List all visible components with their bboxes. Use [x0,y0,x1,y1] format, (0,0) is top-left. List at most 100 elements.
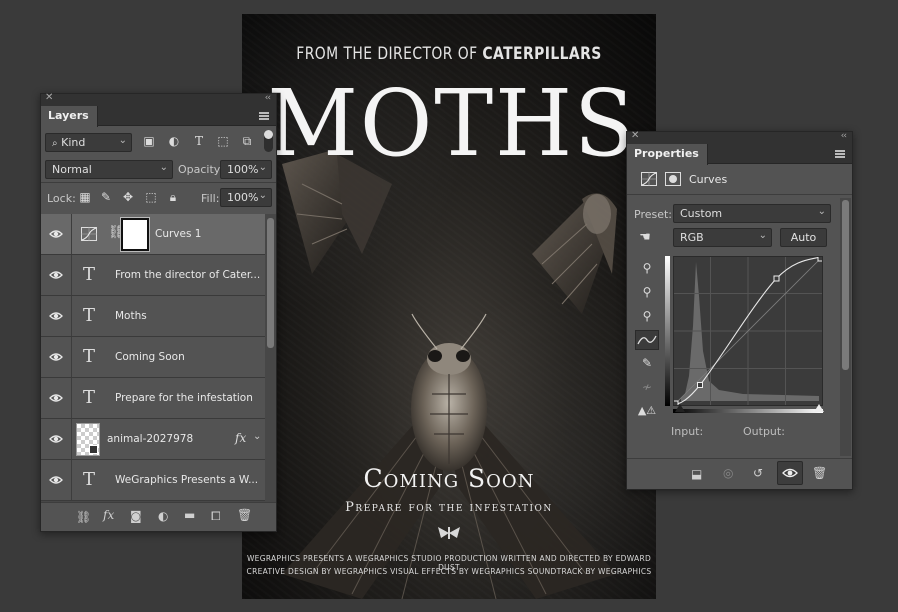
scrollbar-thumb[interactable] [267,218,274,348]
curve-control-point[interactable] [697,382,703,388]
clipping-warning-icon[interactable]: ▲⚠ [635,404,659,417]
target-adjust-hand-icon[interactable]: ☚ [635,230,655,245]
eye-icon[interactable] [49,268,63,282]
new-adjustment-icon[interactable]: ◐ [158,509,168,523]
add-mask-icon[interactable]: ◙ [130,509,142,523]
lock-transparent-icon[interactable]: ▦ [78,190,92,204]
panel-menu-icon[interactable] [835,150,845,158]
text-layer-icon: T [83,346,96,367]
blend-mode-dropdown[interactable]: Normal ⌄ [45,160,173,179]
collapse-icon[interactable]: ‹‹ [841,131,847,141]
properties-panel[interactable]: ✕ ‹‹ Properties Curves Preset: Custom ⌄ … [626,130,853,490]
smart-object-badge-icon [89,445,98,454]
input-label: Input: [671,425,704,438]
lock-brush-icon[interactable]: ✎ [99,190,113,204]
layer-row-text[interactable]: T WeGraphics Presents a W... [41,460,265,501]
pencil-icon[interactable]: ✎ [639,356,655,370]
toggle-visibility-icon[interactable] [777,461,803,485]
close-icon[interactable]: ✕ [631,130,639,141]
trash-icon[interactable]: 🗑︎ [237,508,252,522]
channel-dropdown[interactable]: RGB ⌄ [673,228,772,247]
preset-label: Preset: [634,208,673,221]
clip-to-layer-icon[interactable]: ⬓ [691,467,702,481]
properties-scrollbar[interactable] [840,198,851,456]
eye-icon[interactable] [49,350,63,364]
opacity-field[interactable]: 100% ⌄ [220,160,272,179]
layer-row-text[interactable]: T Prepare for the infestation [41,378,265,419]
eye-icon[interactable] [49,473,63,487]
layer-mask-thumbnail[interactable] [120,217,150,252]
smooth-curve-icon[interactable]: ≁ [639,380,655,394]
chevron-down-icon: ⌄ [817,206,826,217]
layer-row-curves[interactable]: ⛓︎ Curves 1 [41,214,265,255]
lock-all-icon[interactable]: 🔒︎ [166,190,180,205]
layer-name: animal-2027978 [107,433,194,445]
link-layers-icon[interactable]: ⛓︎ [76,510,91,524]
eye-icon[interactable] [49,391,63,405]
divider [71,296,72,336]
layer-name: WeGraphics Presents a W... [115,474,259,486]
input-gradient-bar [673,409,823,413]
poster-canvas[interactable]: From the director of CATERPILLARS MOTHS … [242,14,656,599]
filter-pixel-icon[interactable]: ▣ [142,134,156,148]
text-layer-icon: T [83,387,96,408]
chevron-down-icon[interactable]: ⌄ [259,190,267,201]
divider [71,419,72,459]
tab-properties[interactable]: Properties [627,144,708,165]
add-style-icon[interactable]: fx [103,508,114,522]
curve-point-tool-icon[interactable] [635,330,659,350]
close-icon[interactable]: ✕ [45,92,53,103]
divider [71,255,72,295]
layer-row-text[interactable]: T Moths [41,296,265,337]
smart-object-thumbnail[interactable] [76,423,100,456]
new-layer-icon[interactable]: ⧠ [211,509,221,524]
white-point-slider[interactable] [814,404,824,412]
text-layer-icon: T [83,305,96,326]
preset-dropdown[interactable]: Custom ⌄ [673,204,831,223]
lock-move-icon[interactable]: ✥ [121,190,135,204]
poster-tagline: From the director of CATERPILLARS [296,44,602,64]
eye-icon[interactable] [49,309,63,323]
fill-field[interactable]: 100% ⌄ [220,188,272,207]
eyedropper-white-icon[interactable]: ⚲ [639,309,655,323]
reset-icon[interactable]: ↺ [753,466,763,480]
auto-button[interactable]: Auto [780,228,827,247]
black-point-slider[interactable] [675,404,685,412]
scrollbar-thumb[interactable] [842,200,849,370]
filter-type-icon[interactable]: T [192,134,206,148]
layers-scrollbar[interactable] [265,214,276,502]
view-previous-icon[interactable]: ◎ [723,466,733,480]
properties-panel-titlebar[interactable]: ✕ ‹‹ [627,130,852,144]
divider [71,378,72,418]
text-layer-icon: T [83,469,96,490]
filter-adjustment-icon[interactable]: ◐ [167,134,181,148]
eye-icon[interactable] [49,227,63,241]
collapse-icon[interactable]: ‹‹ [265,93,271,103]
mask-icon[interactable] [665,172,681,186]
chevron-down-icon: ⌄ [118,135,127,146]
panel-menu-icon[interactable] [259,112,269,120]
layer-row-smart-object[interactable]: animal-2027978 fx ⌄ [41,419,265,460]
tab-layers[interactable]: Layers [41,106,98,127]
filter-kind-dropdown[interactable]: ⌕ Kind ⌄ [45,133,132,152]
layer-name: Curves 1 [155,228,202,240]
layers-list[interactable]: ⛓︎ Curves 1 T From the director of Cater… [41,214,265,502]
chevron-down-icon[interactable]: ⌄ [259,162,267,173]
filter-toggle-switch[interactable] [264,130,273,152]
layer-row-text[interactable]: T From the director of Cater... [41,255,265,296]
chevron-down-icon[interactable]: ⌄ [253,431,261,442]
layers-panel[interactable]: ✕ ‹‹ Layers ⌕ Kind ⌄ ▣ ◐ T ⬚ ⧉ Normal ⌄ … [40,92,277,532]
filter-shape-icon[interactable]: ⬚ [216,134,230,148]
eyedropper-black-icon[interactable]: ⚲ [639,261,655,275]
new-group-icon[interactable]: ▬ [184,508,195,522]
curves-graph[interactable] [673,256,823,406]
filter-smartobject-icon[interactable]: ⧉ [240,134,254,149]
trash-icon[interactable]: 🗑︎ [812,466,827,480]
curve-control-point[interactable] [773,275,780,282]
layer-row-text[interactable]: T Coming Soon [41,337,265,378]
eyedropper-gray-icon[interactable]: ⚲ [639,285,655,299]
eye-icon[interactable] [49,432,63,446]
layers-panel-titlebar[interactable]: ✕ ‹‹ [41,92,276,106]
lock-artboard-icon[interactable]: ⬚ [144,190,158,204]
fx-icon[interactable]: fx [235,431,246,445]
